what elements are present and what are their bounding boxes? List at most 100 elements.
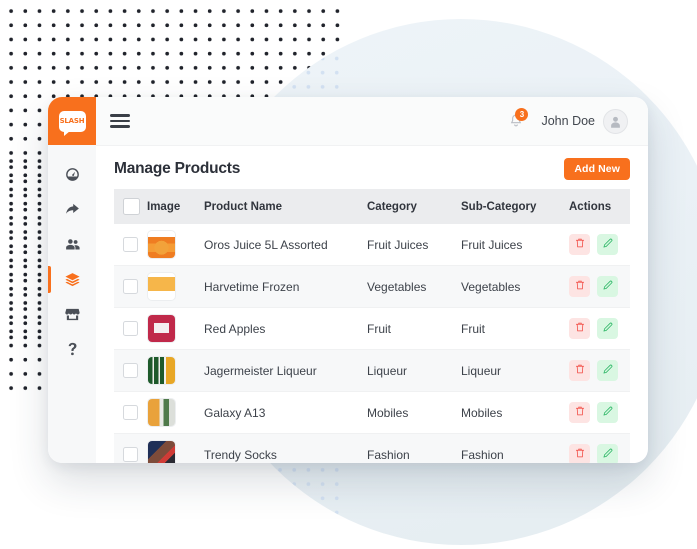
table-row: Jagermeister Liqueur Liqueur Liqueur (114, 349, 630, 392)
row-product-name: Oros Juice 5L Assorted (204, 224, 367, 266)
sidebar: SLASH (48, 97, 96, 463)
column-select-all (114, 189, 147, 224)
trash-icon (574, 321, 586, 336)
table-body: Oros Juice 5L Assorted Fruit Juices Fruit … (114, 224, 630, 463)
dashboard-gauge-icon (65, 168, 79, 181)
content-area: Manage Products Add New Image Product Na… (96, 146, 648, 463)
row-product-name: Harvetime Frozen (204, 265, 367, 308)
row-category: Fruit (367, 307, 461, 350)
table-row: Oros Juice 5L Assorted Fruit Juices Fruit … (114, 224, 630, 266)
users-icon (65, 239, 80, 250)
product-thumbnail (147, 398, 176, 427)
product-thumbnail (147, 440, 176, 463)
row-product-name: Trendy Socks (204, 433, 367, 463)
trash-icon (574, 279, 586, 294)
pencil-icon (602, 363, 614, 378)
row-checkbox[interactable] (123, 321, 138, 336)
row-select-cell (114, 307, 147, 350)
row-category: Liqueur (367, 349, 461, 392)
delete-button[interactable] (569, 318, 590, 339)
trash-icon (574, 447, 586, 462)
row-sub-category: Liqueur (461, 349, 569, 392)
row-category: Mobiles (367, 391, 461, 434)
table-header: Image Product Name Category Sub-Category… (114, 189, 630, 224)
pencil-icon (602, 321, 614, 336)
trash-icon (574, 405, 586, 420)
hamburger-icon[interactable] (110, 114, 130, 128)
speech-bubble-icon: SLASH (58, 110, 86, 136)
edit-button[interactable] (597, 318, 618, 339)
sidebar-nav (48, 145, 96, 367)
table-row: Galaxy A13 Mobiles Mobiles (114, 391, 630, 434)
row-actions-cell (569, 391, 630, 434)
row-checkbox[interactable] (123, 405, 138, 420)
edit-button[interactable] (597, 276, 618, 297)
row-image-cell (147, 391, 204, 434)
sidebar-item-share[interactable] (48, 192, 96, 227)
row-category: Fashion (367, 433, 461, 463)
row-image-cell (147, 349, 204, 392)
trash-icon (574, 363, 586, 378)
row-actions-cell (569, 433, 630, 463)
avatar[interactable] (603, 108, 628, 134)
brand-logo[interactable]: SLASH (48, 97, 96, 145)
add-new-button[interactable]: Add New (564, 158, 630, 180)
pencil-icon (602, 279, 614, 294)
store-icon (64, 308, 80, 321)
delete-button[interactable] (569, 234, 590, 255)
notification-badge: 3 (515, 108, 529, 121)
user-avatar-icon (611, 116, 620, 128)
column-product-name: Product Name (204, 189, 367, 224)
table-header-row: Image Product Name Category Sub-Category… (114, 189, 630, 224)
row-select-cell (114, 349, 147, 392)
row-checkbox[interactable] (123, 363, 138, 378)
row-sub-category: Fruit Juices (461, 224, 569, 266)
product-thumbnail (147, 356, 176, 385)
row-sub-category: Fashion (461, 433, 569, 463)
sidebar-item-products[interactable] (48, 262, 96, 297)
row-checkbox[interactable] (123, 447, 138, 462)
edit-button[interactable] (597, 360, 618, 381)
help-question-icon (68, 342, 76, 356)
product-thumbnail (147, 272, 176, 301)
notifications-button[interactable]: 3 (505, 108, 529, 132)
product-thumbnail (147, 230, 176, 259)
table-row: Red Apples Fruit Fruit (114, 307, 630, 350)
row-select-cell (114, 265, 147, 308)
pencil-icon (602, 447, 614, 462)
page-header: Manage Products Add New (114, 158, 630, 180)
row-select-cell (114, 391, 147, 434)
sidebar-item-help[interactable] (48, 332, 96, 367)
row-category: Vegetables (367, 265, 461, 308)
select-all-checkbox[interactable] (123, 198, 140, 215)
edit-button[interactable] (597, 234, 618, 255)
edit-button[interactable] (597, 444, 618, 463)
row-product-name: Red Apples (204, 307, 367, 350)
trash-icon (574, 237, 586, 252)
delete-button[interactable] (569, 360, 590, 381)
delete-button[interactable] (569, 402, 590, 423)
row-actions-cell (569, 224, 630, 266)
sidebar-item-users[interactable] (48, 227, 96, 262)
column-category: Category (367, 189, 461, 224)
share-arrow-icon (65, 203, 79, 214)
edit-button[interactable] (597, 402, 618, 423)
table-row: Harvetime Frozen Vegetables Vegetables (114, 265, 630, 308)
sidebar-item-store[interactable] (48, 297, 96, 332)
delete-button[interactable] (569, 276, 590, 297)
sidebar-item-dashboard[interactable] (48, 157, 96, 192)
row-checkbox[interactable] (123, 279, 138, 294)
product-thumbnail (147, 314, 176, 343)
row-sub-category: Fruit (461, 307, 569, 350)
row-actions-cell (569, 265, 630, 308)
pencil-icon (602, 237, 614, 252)
row-image-cell (147, 265, 204, 308)
main-area: 3 John Doe Manage Products Add New Image… (96, 97, 648, 463)
row-checkbox[interactable] (123, 237, 138, 252)
topbar: 3 John Doe (96, 97, 648, 146)
row-product-name: Jagermeister Liqueur (204, 349, 367, 392)
brand-logo-text: SLASH (59, 116, 85, 125)
user-name: John Doe (541, 114, 595, 128)
row-image-cell (147, 224, 204, 266)
delete-button[interactable] (569, 444, 590, 463)
